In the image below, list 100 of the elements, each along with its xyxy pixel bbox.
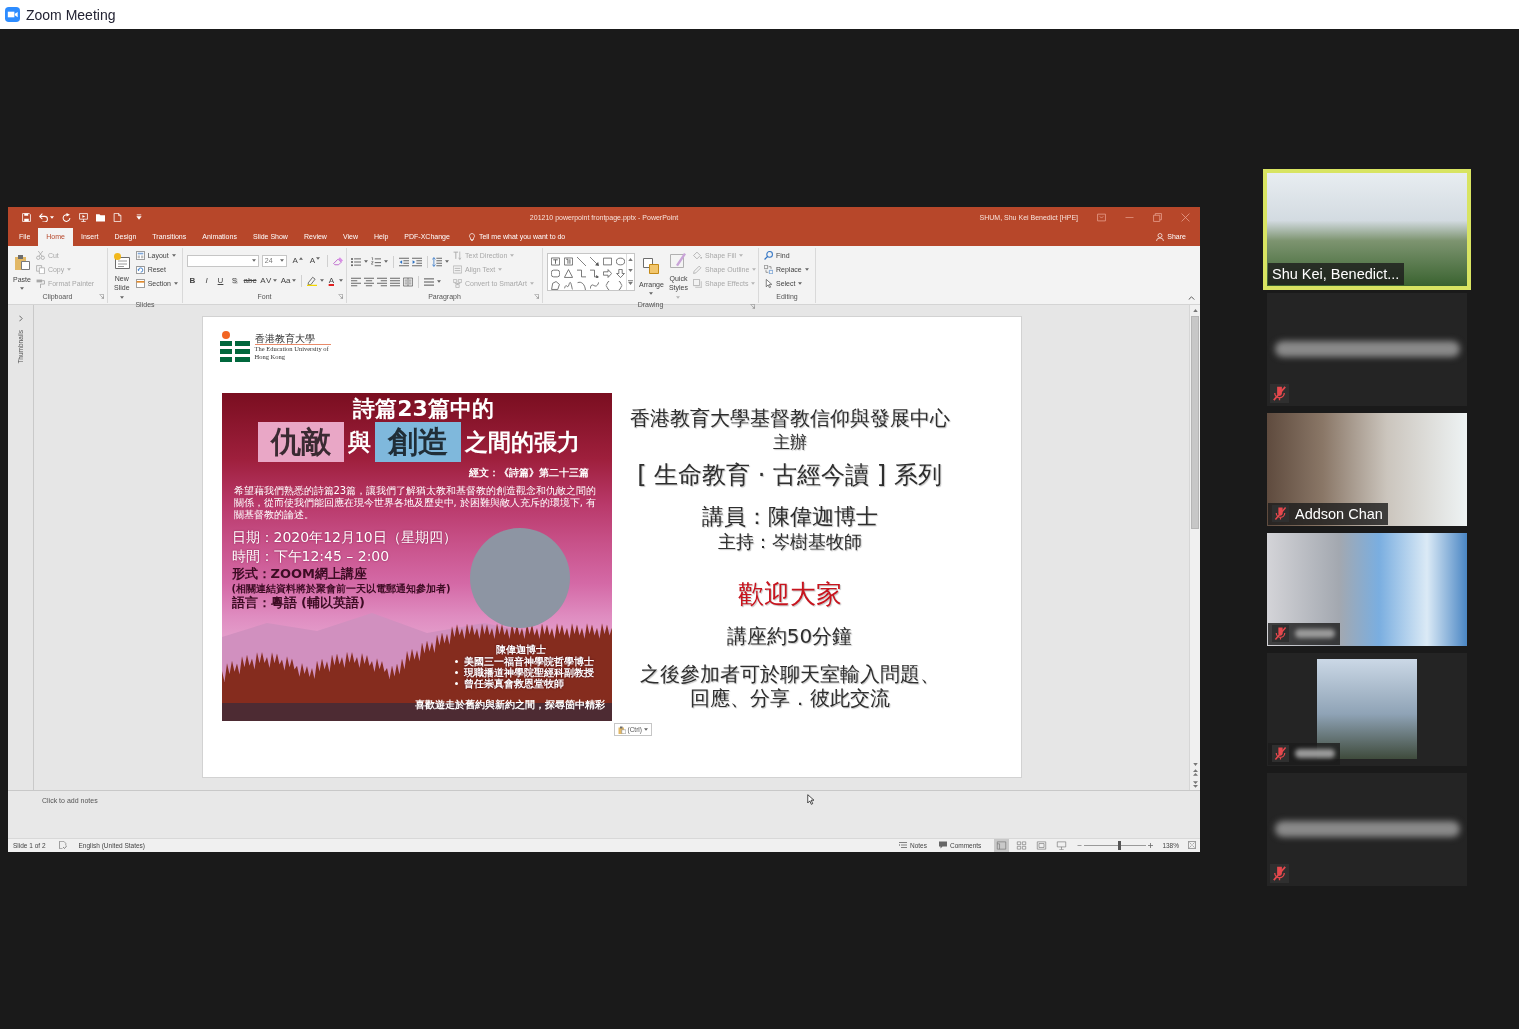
scroll-down-icon[interactable] (628, 269, 633, 272)
layout-icon (135, 251, 145, 260)
caret-icon[interactable] (364, 260, 368, 263)
down-arrow-icon[interactable] (616, 268, 625, 278)
dialog-launcher-icon[interactable] (750, 303, 755, 309)
increase-indent-icon[interactable] (411, 256, 422, 267)
caret-icon (19, 286, 24, 290)
left-brace-icon[interactable] (603, 280, 612, 290)
italic-button[interactable]: I (201, 275, 212, 286)
freeform-icon[interactable] (551, 280, 560, 290)
slideshow-icon[interactable] (1056, 840, 1068, 850)
bold-button[interactable]: B (187, 275, 198, 286)
decrease-indent-icon[interactable] (398, 256, 409, 267)
strikethrough-button[interactable]: abc (243, 275, 258, 286)
reading-view-icon[interactable] (1036, 840, 1048, 850)
change-case-button[interactable]: Aa (280, 275, 296, 286)
dialog-launcher-icon[interactable] (338, 293, 343, 299)
decrease-font-size-button[interactable]: A (307, 255, 323, 266)
document-icon[interactable] (113, 212, 122, 222)
underline-button[interactable]: U (215, 275, 226, 286)
align-left-icon[interactable] (351, 276, 361, 287)
expand-icon[interactable] (18, 314, 23, 322)
numbered-list-icon[interactable] (371, 256, 381, 267)
caret-icon[interactable] (445, 260, 449, 263)
dialog-launcher-icon[interactable] (534, 293, 539, 299)
shadow-button[interactable]: S (229, 275, 240, 286)
normal-view-icon[interactable] (996, 840, 1008, 850)
arc-icon[interactable] (577, 280, 586, 290)
eraser-icon[interactable] (333, 255, 343, 266)
scroll-down-icon[interactable] (1192, 762, 1198, 766)
triangle-icon[interactable] (564, 268, 573, 278)
scroll-up-icon[interactable] (1192, 308, 1198, 312)
restore-icon[interactable] (1153, 212, 1162, 222)
poster-heading: 與 (347, 428, 371, 456)
scribble-icon[interactable] (564, 280, 573, 290)
fit-to-window-icon[interactable] (1188, 841, 1196, 849)
previous-slide-icon[interactable] (1192, 768, 1198, 776)
close-icon[interactable] (1181, 212, 1190, 222)
presentation-icon[interactable] (79, 212, 88, 222)
right-brace-icon[interactable] (616, 280, 625, 290)
participant-tile[interactable] (1267, 292, 1467, 406)
oval-icon[interactable] (616, 256, 625, 266)
columns-icon[interactable] (403, 276, 413, 287)
rounded-rectangle-icon[interactable] (551, 268, 560, 278)
curve-icon[interactable] (590, 280, 599, 290)
scroll-up-icon[interactable] (628, 257, 633, 261)
ribbon-display-icon[interactable] (1097, 212, 1106, 222)
participant-tile[interactable] (1267, 532, 1467, 646)
caret-icon[interactable] (339, 279, 343, 282)
proofing-icon[interactable] (58, 841, 67, 849)
vertical-text-box-icon[interactable] (564, 256, 573, 266)
collapse-ribbon-icon[interactable] (1188, 295, 1195, 300)
participant-tile[interactable] (1267, 652, 1467, 766)
minimize-icon[interactable] (1125, 216, 1134, 218)
participant-tile[interactable] (1267, 772, 1467, 886)
next-slide-icon[interactable] (1192, 780, 1198, 788)
elbow-arrow-icon[interactable] (590, 268, 599, 278)
font-color-button[interactable]: A (326, 275, 336, 286)
speaker-name: 陳偉迦博士 (495, 644, 546, 656)
more-icon[interactable] (628, 280, 633, 286)
caret-icon (529, 282, 534, 285)
slider-thumb[interactable] (1118, 840, 1122, 850)
font-name-field[interactable] (187, 254, 259, 267)
dropdown-icon[interactable] (136, 214, 142, 220)
line-spacing-icon[interactable] (432, 256, 442, 267)
cursor-icon (764, 279, 773, 288)
line-icon[interactable] (577, 256, 586, 266)
justify-icon[interactable] (390, 276, 400, 287)
caret-icon[interactable] (384, 260, 388, 263)
undo-icon[interactable] (39, 212, 48, 222)
align-right-icon[interactable] (377, 276, 387, 287)
scripture-reference: 經文：《詩篇》第二十三篇 (468, 467, 589, 479)
arrow-icon[interactable] (590, 256, 599, 266)
caret-icon[interactable] (437, 280, 441, 283)
zoom-in-icon[interactable] (1148, 842, 1154, 848)
right-arrow-icon[interactable] (603, 268, 612, 278)
poster-heading: 之間的張力 (464, 428, 580, 456)
caret-icon[interactable] (50, 215, 54, 219)
slide-sorter-icon[interactable] (1016, 840, 1028, 850)
vertical-scrollbar[interactable] (1189, 304, 1200, 790)
redo-icon[interactable] (62, 212, 71, 222)
event-detail: 日期：2020年12月10日（星期四） (231, 528, 458, 547)
participant-tile[interactable]: Addson Chan (1267, 412, 1467, 526)
highlighter-icon[interactable] (306, 275, 317, 286)
scrollbar-thumb[interactable] (1191, 315, 1199, 529)
text-box-icon[interactable] (551, 256, 560, 266)
save-icon[interactable] (22, 212, 31, 222)
organiser-name: 香港教育大學基督教信仰與發展中心 (629, 406, 950, 430)
folder-icon[interactable] (96, 212, 105, 222)
elbow-connector-icon[interactable] (577, 268, 586, 278)
character-spacing-button[interactable]: AV (260, 275, 278, 286)
bulleted-list-icon[interactable] (351, 256, 361, 267)
align-center-icon[interactable] (364, 276, 374, 287)
rectangle-icon[interactable] (603, 256, 612, 266)
caret-icon[interactable] (319, 279, 324, 282)
person-icon (1156, 232, 1165, 241)
lines-icon[interactable] (424, 276, 434, 287)
increase-font-size-button[interactable]: A (290, 255, 305, 266)
organiser-note: 主辦 (772, 431, 807, 453)
dialog-launcher-icon[interactable] (99, 293, 104, 299)
